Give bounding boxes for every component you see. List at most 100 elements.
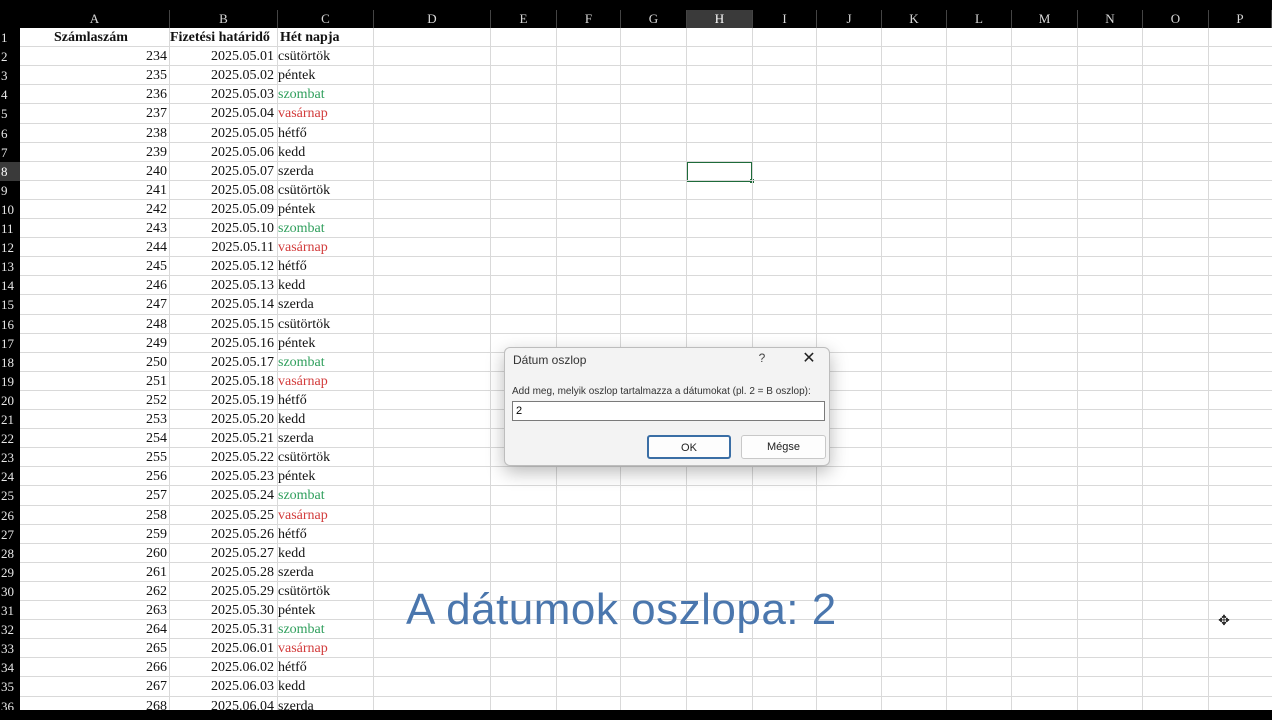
cell-szamlaszam[interactable]: 257 <box>20 486 167 505</box>
cell-szamlaszam[interactable]: 234 <box>20 47 167 66</box>
row-header-21[interactable]: 21 <box>0 410 20 429</box>
column-header-k[interactable]: K <box>882 10 947 28</box>
cell-het-napja[interactable]: szombat <box>278 219 325 238</box>
column-header-p[interactable]: P <box>1209 10 1272 28</box>
cell-het-napja[interactable]: vasárnap <box>278 104 328 123</box>
cell-szamlaszam[interactable]: 240 <box>20 162 167 181</box>
row-header-20[interactable]: 20 <box>0 391 20 410</box>
cell-hatarido[interactable]: 2025.05.15 <box>170 315 274 334</box>
cell-het-napja[interactable]: szombat <box>278 353 325 372</box>
cell-hatarido[interactable]: 2025.05.19 <box>170 391 274 410</box>
cell-het-napja[interactable]: szerda <box>278 429 314 448</box>
row-header-10[interactable]: 10 <box>0 200 20 219</box>
row-header-26[interactable]: 26 <box>0 506 20 525</box>
cell-hatarido[interactable]: 2025.05.17 <box>170 353 274 372</box>
cell-het-napja[interactable]: csütörtök <box>278 315 330 334</box>
cell-het-napja[interactable]: vasárnap <box>278 372 328 391</box>
ok-button[interactable]: OK <box>647 435 731 459</box>
cell-het-napja[interactable]: kedd <box>278 410 305 429</box>
cell-het-napja[interactable]: szerda <box>278 563 314 582</box>
cell-hatarido[interactable]: 2025.05.13 <box>170 276 274 295</box>
cell-hatarido[interactable]: 2025.05.07 <box>170 162 274 181</box>
row-header-1[interactable]: 1 <box>0 28 20 47</box>
row-header-6[interactable]: 6 <box>0 124 20 143</box>
cell-szamlaszam[interactable]: 247 <box>20 295 167 314</box>
row-header-5[interactable]: 5 <box>0 104 20 123</box>
cell-szamlaszam[interactable]: 239 <box>20 143 167 162</box>
cell-hatarido[interactable]: 2025.05.08 <box>170 181 274 200</box>
row-header-30[interactable]: 30 <box>0 582 20 601</box>
column-header-l[interactable]: L <box>947 10 1012 28</box>
cell-het-napja[interactable]: vasárnap <box>278 238 328 257</box>
cell-het-napja[interactable]: szerda <box>278 697 314 711</box>
column-header-b[interactable]: B <box>170 10 278 28</box>
row-header-31[interactable]: 31 <box>0 601 20 620</box>
cell-hatarido[interactable]: 2025.05.24 <box>170 486 274 505</box>
row-header-36[interactable]: 36 <box>0 697 20 711</box>
column-header-j[interactable]: J <box>817 10 882 28</box>
cell-szamlaszam[interactable]: 259 <box>20 525 167 544</box>
row-header-4[interactable]: 4 <box>0 85 20 104</box>
close-icon[interactable]: ✕ <box>801 350 817 368</box>
cell-hatarido[interactable]: 2025.05.22 <box>170 448 274 467</box>
cell-szamlaszam[interactable]: 262 <box>20 582 167 601</box>
cell-szamlaszam[interactable]: 235 <box>20 66 167 85</box>
column-header-d[interactable]: D <box>374 10 491 28</box>
cell-szamlaszam[interactable]: 242 <box>20 200 167 219</box>
help-button[interactable]: ? <box>755 351 769 367</box>
cell-hatarido[interactable]: 2025.05.11 <box>170 238 274 257</box>
cell-szamlaszam[interactable]: 264 <box>20 620 167 639</box>
row-header-16[interactable]: 16 <box>0 315 20 334</box>
cancel-button[interactable]: Mégse <box>741 435 826 459</box>
cell-szamlaszam[interactable]: 249 <box>20 334 167 353</box>
cell-hatarido[interactable]: 2025.05.18 <box>170 372 274 391</box>
column-header-i[interactable]: I <box>753 10 817 28</box>
cell-hatarido[interactable]: 2025.05.30 <box>170 601 274 620</box>
column-header-c[interactable]: C <box>278 10 374 28</box>
cell-szamlaszam[interactable]: 243 <box>20 219 167 238</box>
cell-het-napja[interactable]: csütörtök <box>278 448 330 467</box>
row-header-23[interactable]: 23 <box>0 448 20 467</box>
cell-szamlaszam[interactable]: 253 <box>20 410 167 429</box>
cell-szamlaszam[interactable]: 267 <box>20 677 167 696</box>
cell-hatarido[interactable]: 2025.06.01 <box>170 639 274 658</box>
row-header-29[interactable]: 29 <box>0 563 20 582</box>
row-header-35[interactable]: 35 <box>0 677 20 696</box>
cell-het-napja[interactable]: szombat <box>278 85 325 104</box>
cell-szamlaszam[interactable]: 255 <box>20 448 167 467</box>
header-cell-het-napja[interactable]: Hét napja <box>280 28 340 47</box>
cell-hatarido[interactable]: 2025.05.28 <box>170 563 274 582</box>
column-header-h[interactable]: H <box>687 10 753 28</box>
cell-het-napja[interactable]: péntek <box>278 66 315 85</box>
cell-hatarido[interactable]: 2025.05.21 <box>170 429 274 448</box>
column-header-e[interactable]: E <box>491 10 557 28</box>
cell-het-napja[interactable]: hétfő <box>278 658 307 677</box>
cell-het-napja[interactable]: csütörtök <box>278 582 330 601</box>
cell-szamlaszam[interactable]: 241 <box>20 181 167 200</box>
cell-szamlaszam[interactable]: 263 <box>20 601 167 620</box>
cell-het-napja[interactable]: kedd <box>278 677 305 696</box>
cell-szamlaszam[interactable]: 245 <box>20 257 167 276</box>
row-header-13[interactable]: 13 <box>0 257 20 276</box>
cell-hatarido[interactable]: 2025.05.02 <box>170 66 274 85</box>
cell-szamlaszam[interactable]: 258 <box>20 506 167 525</box>
cell-szamlaszam[interactable]: 251 <box>20 372 167 391</box>
cell-het-napja[interactable]: szombat <box>278 486 325 505</box>
row-header-27[interactable]: 27 <box>0 525 20 544</box>
row-header-33[interactable]: 33 <box>0 639 20 658</box>
cell-szamlaszam[interactable]: 244 <box>20 238 167 257</box>
cell-het-napja[interactable]: kedd <box>278 276 305 295</box>
cell-hatarido[interactable]: 2025.05.26 <box>170 525 274 544</box>
column-header-g[interactable]: G <box>621 10 687 28</box>
row-header-17[interactable]: 17 <box>0 334 20 353</box>
active-cell-h8[interactable] <box>686 160 754 183</box>
row-header-19[interactable]: 19 <box>0 372 20 391</box>
row-header-14[interactable]: 14 <box>0 276 20 295</box>
cell-hatarido[interactable]: 2025.05.10 <box>170 219 274 238</box>
header-cell-fizetesi-hatarido[interactable]: Fizetési határidő <box>170 28 270 47</box>
cell-hatarido[interactable]: 2025.05.31 <box>170 620 274 639</box>
column-header-n[interactable]: N <box>1078 10 1143 28</box>
cell-szamlaszam[interactable]: 238 <box>20 124 167 143</box>
column-header-m[interactable]: M <box>1012 10 1078 28</box>
cell-hatarido[interactable]: 2025.06.04 <box>170 697 274 711</box>
